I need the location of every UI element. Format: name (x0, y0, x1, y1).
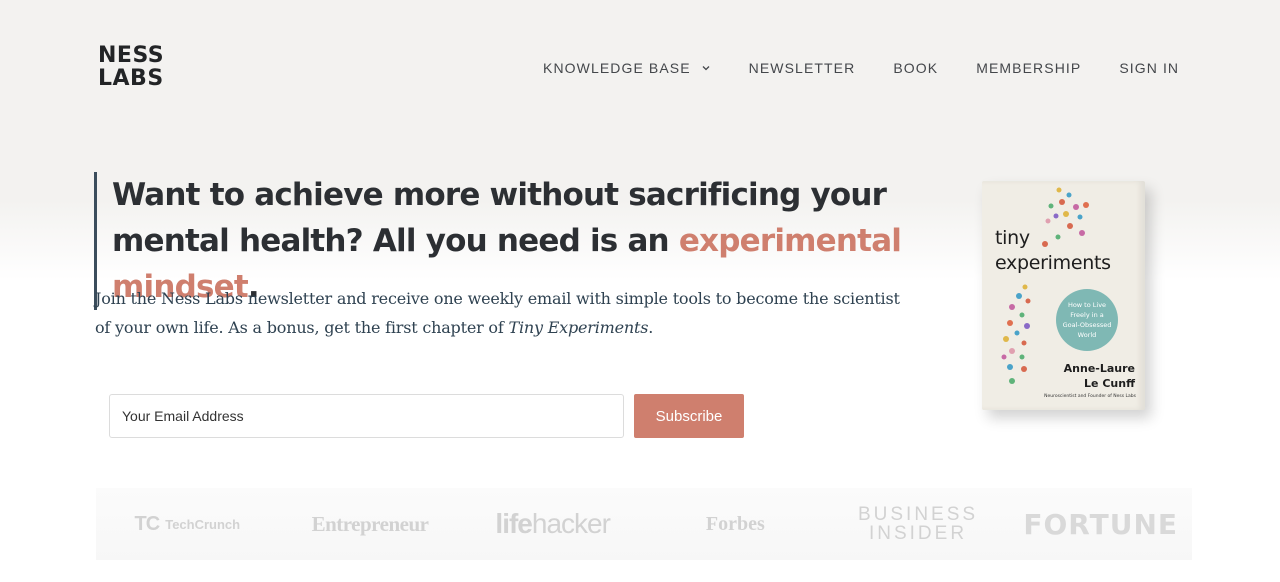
lifehacker-text-b: hacker (531, 508, 611, 539)
email-input[interactable] (109, 394, 624, 438)
techcrunch-mark: TC (134, 512, 161, 535)
forbes-logo: Forbes (705, 512, 765, 535)
business-insider-logo: BUSINESS INSIDER (827, 505, 1010, 543)
lifehacker-text-a: life (495, 508, 532, 539)
subscribe-button[interactable]: Subscribe (634, 394, 744, 438)
nav-sign-in[interactable]: SIGN IN (1119, 60, 1179, 76)
book-cover: tiny experiments How to Live Freely in a… (982, 181, 1145, 410)
ness-labs-logo[interactable]: NESS LABS (98, 44, 164, 90)
book-title-line-1: tiny (995, 227, 1030, 249)
nav-knowledge-base[interactable]: KNOWLEDGE BASE (543, 60, 711, 76)
subtext-after: . (648, 318, 654, 337)
nav-book[interactable]: BOOK (893, 60, 938, 76)
subtext-book-title: Tiny Experiments (508, 318, 649, 337)
nav-newsletter[interactable]: NEWSLETTER (749, 60, 856, 76)
fortune-logo: FORTUNE (1023, 507, 1179, 541)
headline-regular: All you need is an (362, 223, 679, 259)
business-insider-line-2: INSIDER (868, 523, 968, 544)
book-subtitle-badge: How to Live Freely in a Goal-Obsessed Wo… (1056, 289, 1118, 351)
logo-line-1: NESS (98, 43, 165, 68)
book-tagline: Neuroscientist and Founder of Ness Labs (1044, 394, 1136, 399)
book-title: tiny experiments (995, 226, 1111, 276)
subtext-before: Join the Ness Labs newsletter and receiv… (95, 289, 900, 337)
lifehacker-logo: life hacker (461, 508, 644, 540)
logo-line-2: LABS (98, 66, 164, 91)
book-author: Anne-Laure Le Cunff (1064, 361, 1135, 391)
nav-membership[interactable]: MEMBERSHIP (976, 60, 1081, 76)
chevron-down-icon (702, 66, 710, 71)
entrepreneur-logo: Entrepreneur (311, 511, 429, 536)
press-logos-bar: TC TechCrunch Entrepreneur life hacker Fo… (96, 488, 1192, 560)
techcrunch-logo: TC TechCrunch (96, 513, 279, 536)
techcrunch-text: TechCrunch (165, 516, 241, 532)
nav-knowledge-base-label: KNOWLEDGE BASE (543, 60, 691, 76)
main-nav: KNOWLEDGE BASE NEWSLETTER BOOK MEMBERSHI… (543, 60, 1178, 76)
book-title-line-2: experiments (995, 252, 1111, 274)
hero-subtext: Join the Ness Labs newsletter and receiv… (95, 284, 915, 342)
business-insider-line-1: BUSINESS (857, 504, 979, 525)
book-author-line-2: Le Cunff (1084, 377, 1135, 390)
book-author-line-1: Anne-Laure (1063, 362, 1135, 375)
